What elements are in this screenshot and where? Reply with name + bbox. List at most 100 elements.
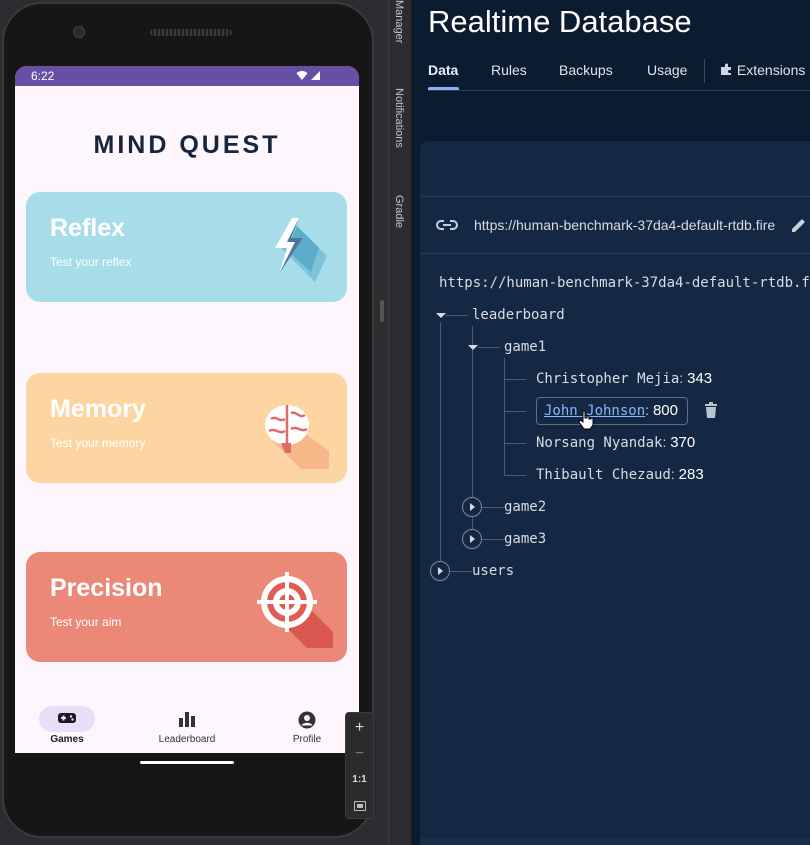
entry-key: Thibault Chezaud	[536, 467, 671, 483]
home-gesture-bar[interactable]	[140, 761, 234, 764]
expand-game3-button[interactable]	[462, 529, 482, 549]
memory-game-card[interactable]: Memory Test your memory	[26, 373, 347, 483]
tree-node-users[interactable]: users	[472, 563, 514, 579]
tab-extensions[interactable]: Extensions	[720, 62, 805, 78]
entry-value[interactable]: 800	[653, 402, 678, 419]
reflex-game-card[interactable]: Reflex Test your reflex	[26, 192, 347, 302]
card-subtitle: Test your reflex	[50, 255, 132, 269]
tree-node-game2[interactable]: game2	[504, 499, 546, 515]
zoom-fit-button[interactable]	[346, 793, 373, 819]
tab-rules[interactable]: Rules	[491, 62, 527, 78]
delete-icon[interactable]	[704, 402, 718, 418]
collapse-leaderboard-icon[interactable]	[436, 313, 446, 318]
tree-entry-norsang-nyandak[interactable]: Norsang Nyandak: 370	[536, 434, 695, 451]
tree-node-game3[interactable]: game3	[504, 531, 546, 547]
card-subtitle: Test your aim	[50, 615, 122, 629]
tree-node-game1[interactable]: game1	[504, 339, 546, 355]
panel-splitter[interactable]	[380, 300, 384, 322]
target-icon	[257, 572, 333, 648]
database-url[interactable]: https://human-benchmark-37da4-default-rt…	[474, 217, 775, 233]
card-title: Memory	[50, 395, 146, 423]
tool-tab-notifications[interactable]: Notifications	[393, 88, 405, 148]
nav-icon-box	[137, 706, 237, 732]
tab-divider	[704, 59, 705, 83]
expand-users-button[interactable]	[430, 561, 450, 581]
card-title: Reflex	[50, 214, 126, 242]
nav-label: Games	[50, 734, 84, 745]
hand-cursor-icon	[578, 410, 594, 430]
nav-item-games[interactable]: Games	[17, 706, 117, 745]
database-url-row: https://human-benchmark-37da4-default-rt…	[420, 198, 810, 254]
tree-connector	[504, 358, 505, 476]
phone-screen: 6:22 MIND QUEST Reflex Test your reflex …	[15, 66, 359, 753]
card-subtitle: Test your memory	[50, 436, 146, 450]
tree-connector	[440, 322, 441, 572]
emulator-area: 6:22 MIND QUEST Reflex Test your reflex …	[0, 0, 388, 845]
zoom-in-button[interactable]: +	[346, 715, 373, 741]
tree-connector	[504, 379, 526, 380]
account-icon	[298, 711, 316, 729]
tab-bar-divider	[428, 90, 810, 91]
tab-extensions-label: Extensions	[736, 62, 806, 78]
tree-connector	[482, 507, 504, 508]
entry-value: 283	[678, 466, 704, 483]
collapse-game1-icon[interactable]	[468, 345, 478, 350]
entry-key: Christopher Mejia	[536, 371, 680, 387]
entry-value: 370	[670, 434, 696, 451]
signal-icon	[311, 71, 320, 80]
status-time: 6:22	[31, 69, 55, 83]
nav-label: Profile	[292, 734, 322, 745]
lightning-icon	[275, 218, 327, 282]
link-icon[interactable]	[436, 216, 458, 234]
tree-connector	[446, 315, 468, 316]
fit-screen-icon	[353, 801, 366, 811]
precision-game-card[interactable]: Precision Test your aim	[26, 552, 347, 662]
tree-connector	[478, 347, 500, 348]
tree-entry-john-johnson[interactable]: John Johnson: 800	[544, 402, 678, 419]
nav-icon-box	[257, 706, 357, 732]
page-title: Realtime Database	[428, 4, 692, 39]
nav-label: Leaderboard	[158, 734, 216, 745]
bar-chart-icon	[179, 712, 195, 727]
tree-root-url[interactable]: https://human-benchmark-37da4-default-rt…	[439, 275, 810, 291]
gamepad-icon	[58, 713, 76, 723]
zoom-actual-size-button[interactable]: 1:1	[346, 767, 373, 793]
tree-entry-thibault-chezaud[interactable]: Thibault Chezaud: 283	[536, 466, 704, 483]
tree-entry-christopher-mejia[interactable]: Christopher Mejia: 343	[536, 370, 712, 387]
data-tree: https://human-benchmark-37da4-default-rt…	[420, 254, 810, 814]
tab-data[interactable]: Data	[428, 62, 458, 78]
firebase-console: Realtime Database Data Rules Backups Usa…	[412, 0, 810, 845]
entry-value: 343	[687, 370, 713, 387]
nav-active-indicator	[39, 706, 95, 732]
nav-item-profile[interactable]: Profile	[257, 706, 357, 745]
tree-connector	[450, 571, 472, 572]
ide-tool-window-strip: Manager Notifications Gradle	[388, 0, 412, 845]
emulator-zoom-controls: + − 1:1	[345, 712, 374, 819]
tool-tab-gradle[interactable]: Gradle	[393, 195, 405, 228]
extension-puzzle-icon	[721, 63, 731, 75]
panel-toolbar	[420, 141, 810, 197]
app-title: MIND QUEST	[93, 131, 281, 159]
entry-key: Norsang Nyandak	[536, 435, 663, 451]
database-panel: https://human-benchmark-37da4-default-rt…	[420, 141, 810, 845]
entry-key[interactable]: John Johnson	[544, 403, 645, 419]
tree-connector	[482, 539, 504, 540]
tree-connector	[504, 475, 526, 476]
card-title: Precision	[50, 574, 163, 602]
zoom-out-button[interactable]: −	[346, 741, 373, 767]
tree-node-leaderboard[interactable]: leaderboard	[472, 307, 565, 323]
tab-backups[interactable]: Backups	[559, 62, 613, 78]
tab-usage[interactable]: Usage	[647, 62, 687, 78]
nav-item-leaderboard[interactable]: Leaderboard	[137, 706, 237, 745]
bottom-navigation: Games Leaderboard Profile	[15, 698, 359, 753]
expand-game2-button[interactable]	[462, 497, 482, 517]
tool-tab-manager[interactable]: Manager	[393, 0, 405, 43]
earpiece-speaker	[150, 29, 232, 36]
status-bar: 6:22	[15, 66, 359, 86]
wifi-icon	[296, 71, 308, 80]
horizontal-scrollbar[interactable]	[420, 838, 810, 845]
tree-connector	[504, 411, 526, 412]
front-camera	[73, 26, 85, 38]
pencil-icon[interactable]	[790, 216, 808, 234]
brain-icon	[265, 405, 329, 469]
